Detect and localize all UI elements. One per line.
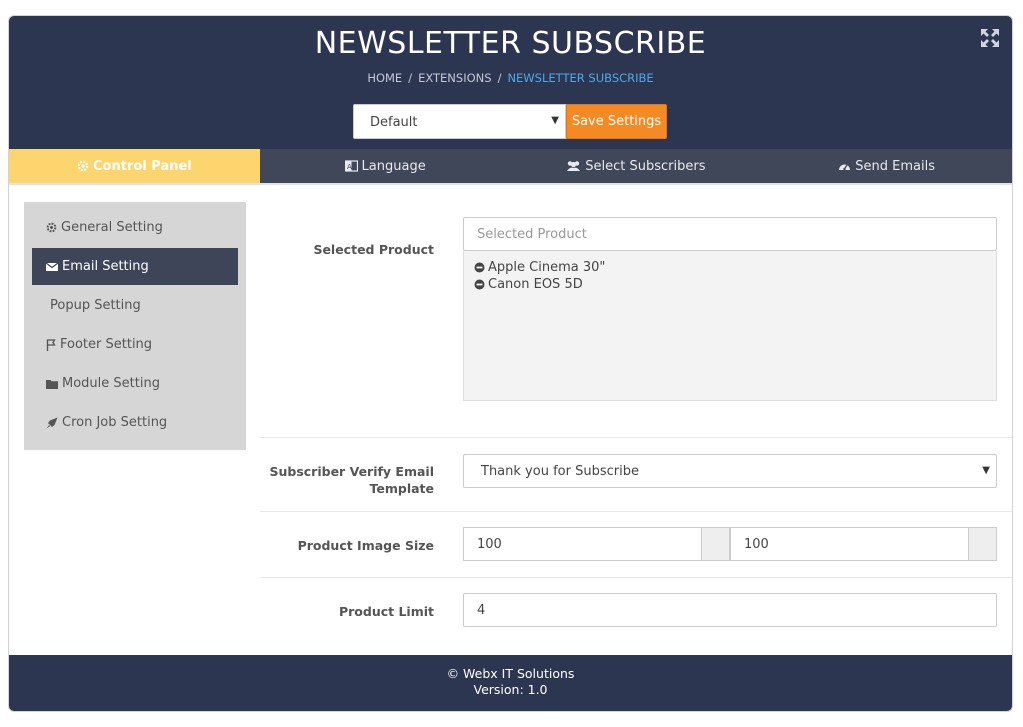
sidebar-item-label: Email Setting [62, 259, 149, 274]
tab-label: Select Subscribers [585, 158, 706, 174]
breadcrumb-home[interactable]: HOME [367, 71, 402, 85]
svg-text:A: A [347, 163, 352, 171]
footer-copyright: © Webx IT Solutions [446, 666, 575, 681]
folder-icon [46, 379, 58, 389]
breadcrumb: HOME / EXTENSIONS / NEWSLETTER SUBSCRIBE [367, 71, 654, 85]
image-width-addon [702, 527, 730, 561]
tab-select-subscribers[interactable]: Select Subscribers [510, 149, 762, 185]
image-size-row: Product Image Size 100 100 [260, 512, 1012, 578]
page-title: NEWSLETTER SUBSCRIBE [314, 26, 707, 61]
tab-bar: Control Panel A Language Select Subscrib… [9, 149, 1012, 185]
store-select-row: Default ▼ Save Settings [353, 104, 667, 139]
verify-template-value: Thank you for Subscribe [481, 463, 639, 479]
dashboard-icon [839, 164, 851, 171]
selected-product-label: Selected Product [313, 242, 434, 257]
sidebar-item-general-setting[interactable]: General Setting [32, 209, 238, 246]
tab-label: Language [361, 158, 426, 174]
gear-icon [77, 160, 89, 172]
tab-language[interactable]: A Language [259, 149, 511, 185]
sidebar-item-label: General Setting [61, 220, 163, 235]
breadcrumb-current: NEWSLETTER SUBSCRIBE [507, 71, 654, 85]
product-limit-row: Product Limit 4 [260, 578, 1012, 644]
minus-circle-icon[interactable] [474, 262, 485, 273]
flag-icon [46, 338, 56, 351]
image-width-input[interactable]: 100 [463, 527, 702, 561]
breadcrumb-extensions[interactable]: EXTENSIONS [418, 71, 491, 85]
image-size-group: 100 100 [463, 527, 997, 561]
verify-template-row: Subscriber Verify Email Template Thank y… [260, 438, 1012, 512]
sidebar-item-cron-job-setting[interactable]: Cron Job Setting [32, 404, 238, 441]
sidebar-item-label: Footer Setting [60, 337, 153, 352]
product-name: Apple Cinema 30" [488, 260, 606, 275]
image-height-addon [969, 527, 997, 561]
language-icon: A [344, 160, 358, 172]
selected-product-input[interactable]: Selected Product [463, 217, 997, 251]
product-limit-label: Product Limit [338, 604, 434, 619]
image-height-input[interactable]: 100 [730, 527, 969, 561]
sidebar-item-email-setting[interactable]: Email Setting [32, 248, 238, 285]
sidebar-item-label: Popup Setting [50, 298, 141, 313]
tab-send-emails[interactable]: Send Emails [761, 149, 1012, 185]
list-item: Canon EOS 5D [474, 276, 986, 293]
users-icon [567, 161, 581, 171]
tab-control-panel[interactable]: Control Panel [9, 149, 260, 185]
caret-down-icon: ▼ [551, 115, 559, 126]
header: NEWSLETTER SUBSCRIBE HOME / EXTENSIONS / NEW… [9, 16, 1012, 149]
sidebar-item-label: Cron Job Setting [62, 415, 168, 430]
image-size-label: Product Image Size [297, 538, 434, 553]
sidebar-item-label: Module Setting [62, 376, 160, 391]
store-select[interactable]: Default ▼ [353, 104, 566, 139]
settings-sidebar: General Setting Email Setting Popup Sett… [24, 202, 246, 450]
product-name: Canon EOS 5D [488, 277, 583, 292]
email-setting-form: Selected Product Selected Product Apple … [260, 202, 1012, 644]
verify-template-label: Subscriber Verify Email Template [269, 464, 434, 496]
footer: © Webx IT Solutions Version: 1.0 [9, 655, 1012, 711]
expand-icon[interactable] [980, 28, 1000, 48]
tab-label: Send Emails [855, 158, 935, 174]
selected-product-row: Selected Product Selected Product Apple … [260, 202, 1012, 438]
product-limit-input[interactable]: 4 [463, 593, 997, 627]
selected-product-list: Apple Cinema 30" Canon EOS 5D [463, 251, 997, 401]
verify-template-select[interactable]: Thank you for Subscribe ▼ [463, 454, 997, 488]
save-settings-button[interactable]: Save Settings [566, 104, 667, 139]
list-item: Apple Cinema 30" [474, 259, 986, 276]
envelope-icon [46, 262, 58, 271]
store-select-value: Default [370, 115, 418, 130]
footer-version: Version: 1.0 [473, 682, 548, 697]
main-panel: NEWSLETTER SUBSCRIBE HOME / EXTENSIONS / NEW… [8, 15, 1013, 712]
sidebar-item-module-setting[interactable]: Module Setting [32, 365, 238, 402]
tab-label: Control Panel [93, 158, 192, 174]
gear-icon [46, 222, 57, 233]
sidebar-item-footer-setting[interactable]: Footer Setting [32, 326, 238, 363]
minus-circle-icon[interactable] [474, 279, 485, 290]
rocket-icon [46, 417, 58, 428]
caret-down-icon: ▼ [982, 465, 990, 476]
sidebar-item-popup-setting[interactable]: Popup Setting [32, 287, 238, 324]
